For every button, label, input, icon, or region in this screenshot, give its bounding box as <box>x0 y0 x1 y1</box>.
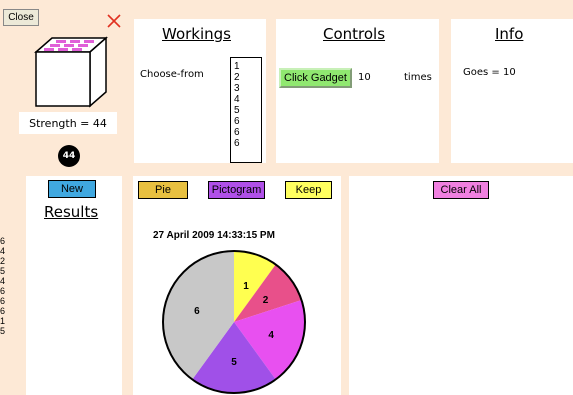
choose-from-label: Choose-from <box>140 69 204 80</box>
pie-label-4: 4 <box>268 330 274 341</box>
result-value: 2 <box>0 256 6 266</box>
choose-from-option[interactable]: 6 <box>234 127 261 138</box>
choose-from-list[interactable]: 12345666 <box>230 57 262 163</box>
workings-title: Workings <box>162 25 231 43</box>
result-value: 5 <box>0 326 6 336</box>
result-value: 4 <box>0 276 6 286</box>
result-value: 4 <box>0 246 6 256</box>
results-list: 6425466615 <box>0 236 5 336</box>
choose-from-option[interactable]: 5 <box>234 105 261 116</box>
choose-from-option[interactable]: 1 <box>234 61 261 72</box>
click-gadget-button[interactable]: Click Gadget <box>279 68 352 88</box>
result-value: 6 <box>0 286 6 296</box>
controls-title: Controls <box>323 25 386 43</box>
choose-from-option[interactable]: 2 <box>234 72 261 83</box>
pie-label-2: 2 <box>263 295 269 306</box>
times-value: 10 <box>358 72 371 83</box>
choose-from-option[interactable]: 3 <box>234 83 261 94</box>
right-panel: Clear All <box>349 176 573 395</box>
strength-display: Strength = 44 <box>19 112 117 134</box>
results-title: Results <box>44 203 99 221</box>
dice-icon[interactable] <box>34 36 108 108</box>
close-button[interactable]: Close <box>3 9 39 26</box>
pie-label-1: 1 <box>243 281 249 292</box>
clear-all-button[interactable]: Clear All <box>433 181 489 199</box>
new-button[interactable]: New <box>48 180 96 198</box>
pie-label-6: 6 <box>194 306 200 317</box>
strength-badge: 44 <box>58 145 80 167</box>
result-value: 1 <box>0 316 6 326</box>
choose-from-option[interactable]: 4 <box>234 94 261 105</box>
pie-label-5: 5 <box>231 357 237 368</box>
choose-from-option[interactable]: 6 <box>234 116 261 127</box>
info-title: Info <box>495 25 524 43</box>
choose-from-option[interactable]: 6 <box>234 138 261 149</box>
goes-text: Goes = 10 <box>463 67 516 78</box>
info-panel: Info Goes = 10 <box>451 19 573 163</box>
controls-panel: Controls Click Gadget 10 times <box>276 19 439 163</box>
strength-text: Strength = 44 <box>29 116 107 130</box>
result-value: 6 <box>0 296 6 306</box>
pie-chart: 1 2 4 5 6 <box>162 250 306 394</box>
results-panel: New Results <box>26 176 122 395</box>
result-value: 5 <box>0 266 6 276</box>
chart-panel: Pie Pictogram Keep 27 April 2009 14:33:1… <box>133 176 341 395</box>
times-label: times <box>404 72 432 83</box>
close-icon[interactable] <box>106 13 122 29</box>
result-value: 6 <box>0 236 6 246</box>
workings-panel: Workings Choose-from 12345666 <box>134 19 266 163</box>
result-value: 6 <box>0 306 6 316</box>
